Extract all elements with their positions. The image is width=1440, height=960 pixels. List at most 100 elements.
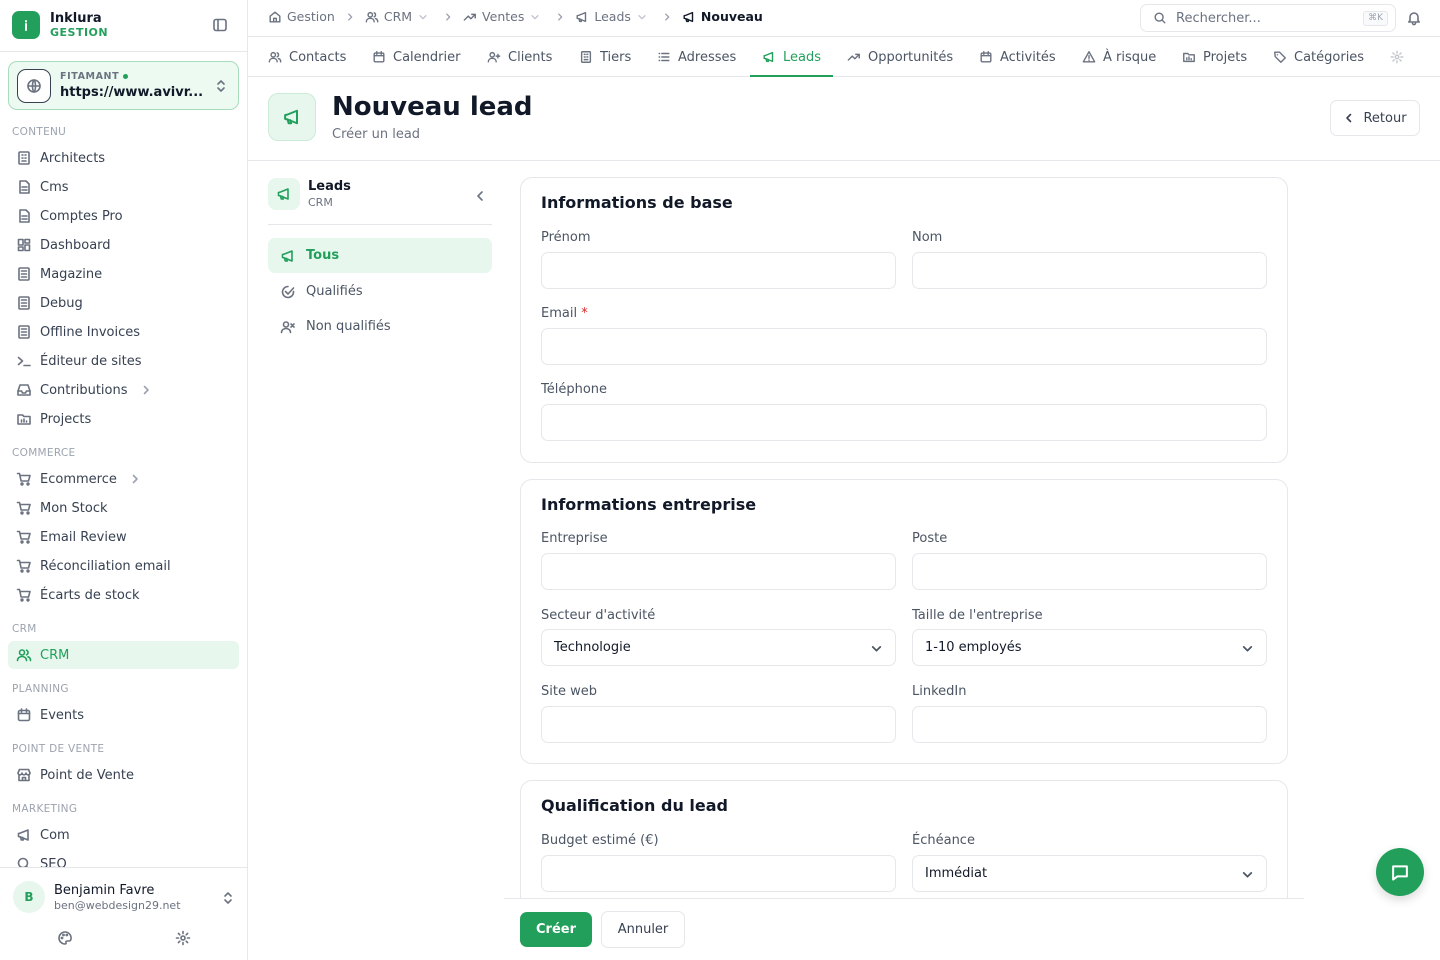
tab-clients[interactable]: Clients [487,37,552,77]
site-selector[interactable]: FITAMANT https://www.avivr... [8,61,239,110]
chevron-left-icon[interactable] [472,188,488,204]
sidebar-item-reconciliation-email[interactable]: Réconciliation email [8,552,239,580]
topbar: Gestion CRM Ventes Leads Nouveau Recherc… [248,0,1440,36]
users-icon [365,11,379,23]
sidebar-item-editeur-de-sites[interactable]: Éditeur de sites [8,347,239,375]
cart-icon [16,501,31,515]
subnav-item-non-qualifies[interactable]: Non qualifiés [268,309,492,344]
tab-adresses[interactable]: Adresses [657,37,736,77]
sidebar-item-mon-stock[interactable]: Mon Stock [8,494,239,522]
subnav-item-label: Qualifiés [306,284,363,299]
sidebar-item-debug[interactable]: Debug [8,289,239,317]
website-field[interactable] [541,706,896,743]
deadline-select[interactable]: Immédiat [912,855,1267,892]
tab-activites[interactable]: Activités [979,37,1056,77]
user-plus-icon [487,51,501,63]
chevron-right-icon [132,474,138,484]
sidebar-item-comptes-pro[interactable]: Comptes Pro [8,202,239,230]
breadcrumb-label: Nouveau [700,9,763,24]
gear-icon[interactable] [175,930,191,946]
search-input[interactable]: Rechercher... ⌘K [1140,4,1396,32]
sidebar-item-crm[interactable]: CRM [8,641,239,669]
cancel-button[interactable]: Annuler [601,911,685,948]
sidebar-item-com[interactable]: Com [8,821,239,849]
sidebar-item-point-de-vente[interactable]: Point de Vente [8,761,239,789]
sidebar-item-label: Com [40,827,70,843]
tab-more-settings[interactable] [1390,37,1411,77]
user-menu[interactable]: B Benjamin Favre ben@webdesign29.net [13,881,181,913]
sidebar-item-label: Debug [40,295,83,311]
brand[interactable]: Inklura GESTION [12,11,108,39]
first-name-field[interactable] [541,252,896,289]
tab-label: Calendrier [393,49,461,65]
linkedin-field[interactable] [912,706,1267,743]
create-button[interactable]: Créer [520,912,592,947]
linkedin-label: LinkedIn [912,684,967,699]
cart-icon [16,472,31,486]
sidebar-item-ecommerce[interactable]: Ecommerce [8,465,239,493]
tab-label: Contacts [289,49,347,65]
chevron-down-icon [1242,872,1253,878]
chevrons-up-down-icon[interactable] [220,890,236,906]
sidebar-item-projects[interactable]: Projects [8,405,239,433]
newspaper-icon [18,296,30,310]
sidebar-item-label: Ecommerce [40,471,117,487]
subnav-item-qualifies[interactable]: Qualifiés [268,274,492,309]
size-select[interactable]: 1-10 employés [912,629,1267,666]
breadcrumb-item-leads[interactable]: Leads [575,9,652,24]
tab-contacts[interactable]: Contacts [268,37,346,77]
email-label: Email * [541,306,588,321]
sidebar-item-offline-invoices[interactable]: Offline Invoices [8,318,239,346]
phone-field[interactable] [541,404,1267,441]
last-name-field[interactable] [912,252,1267,289]
section-label-contenu: CONTENU [12,126,67,138]
bell-icon[interactable] [1406,10,1422,26]
sidebar-item-label: SEO [40,856,67,868]
cart-icon [16,530,31,544]
tab-calendrier[interactable]: Calendrier [372,37,460,77]
sidebar-item-ecarts-de-stock[interactable]: Écarts de stock [8,581,239,609]
sidebar-item-label: Comptes Pro [40,208,123,224]
budget-field[interactable] [541,855,896,892]
sidebar-item-label: Écarts de stock [40,587,140,603]
breadcrumb-item-gestion[interactable]: Gestion [268,9,335,24]
brand-subtitle: GESTION [50,26,109,39]
megaphone-icon [268,178,300,210]
tab-categories[interactable]: Catégories [1273,37,1364,77]
breadcrumb-label: CRM [383,9,413,24]
back-button[interactable]: Retour [1330,100,1420,136]
sector-select[interactable]: Technologie [541,629,896,666]
newspaper-icon [18,325,30,339]
sidebar-item-contributions[interactable]: Contributions [8,376,239,404]
sidebar-collapse-icon[interactable] [212,17,228,33]
subnav-item-tous[interactable]: Tous [268,238,492,273]
position-label: Poste [912,531,948,546]
card-basic-info: Informations de base Prénom Nom Email * … [520,177,1288,463]
sidebar-item-email-review[interactable]: Email Review [8,523,239,551]
sidebar-item-architects[interactable]: Architects [8,144,239,172]
sidebar-item-events[interactable]: Events [8,701,239,729]
email-field[interactable] [541,328,1267,365]
breadcrumb-item-crm[interactable]: CRM [365,9,433,24]
position-field[interactable] [912,553,1267,590]
tab-leads[interactable]: Leads [762,37,821,77]
email-label-text: Email [541,306,578,321]
card-title: Informations de base [541,193,733,212]
palette-icon[interactable] [57,930,73,946]
sidebar-item-cms[interactable]: Cms [8,173,239,201]
sidebar-item-dashboard[interactable]: Dashboard [8,231,239,259]
tab-projets[interactable]: Projets [1182,37,1247,77]
tab-opportunites[interactable]: Opportunités [847,37,953,77]
chat-button[interactable] [1376,848,1424,896]
company-field[interactable] [541,553,896,590]
sector-label: Secteur d'activité [541,608,656,623]
sidebar-item-label: Point de Vente [40,767,135,783]
subnav-caption: CRM [308,196,333,209]
breadcrumb-item-ventes[interactable]: Ventes [463,9,545,24]
tab-tiers[interactable]: Tiers [579,37,631,77]
tab-a-risque[interactable]: À risque [1082,37,1156,77]
cart-icon [16,588,31,602]
sidebar-item-seo[interactable]: SEO [8,850,239,867]
sidebar-item-magazine[interactable]: Magazine [8,260,239,288]
calendar-icon [373,51,385,63]
